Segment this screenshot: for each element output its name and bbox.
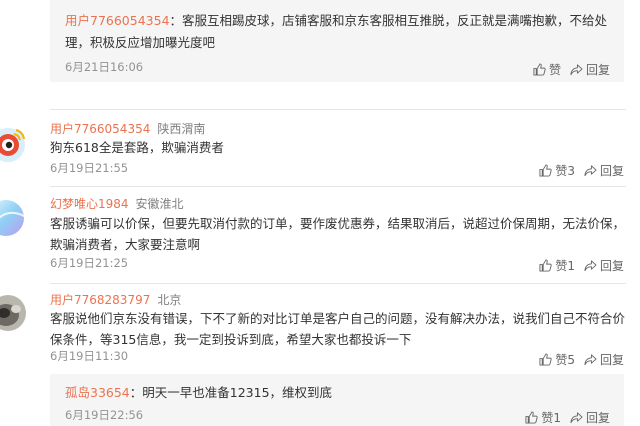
comment-username[interactable]: 用户7766054354 bbox=[50, 122, 150, 136]
like-count: 赞3 bbox=[555, 164, 575, 178]
reply-button[interactable]: 回复 bbox=[570, 61, 610, 78]
like-label: 赞 bbox=[548, 63, 561, 77]
share-reply-icon bbox=[570, 412, 583, 424]
comment-timestamp: 6月19日21:55 bbox=[50, 161, 129, 175]
reply-block: 孤岛33654：明天一早也准备12315，维权到底 6月19日22:56 赞1 … bbox=[50, 374, 624, 426]
divider bbox=[50, 186, 626, 187]
reply-label: 回复 bbox=[599, 164, 624, 178]
reply-button[interactable]: 回复 bbox=[584, 351, 624, 368]
divider bbox=[50, 109, 626, 110]
like-button[interactable]: 赞1 bbox=[525, 409, 561, 426]
share-reply-icon bbox=[584, 165, 597, 177]
reply-label: 回复 bbox=[599, 353, 624, 367]
divider bbox=[50, 283, 626, 284]
reply-timestamp: 6月21日16:06 bbox=[65, 60, 144, 74]
reply-content: ：明天一早也准备12315，维权到底 bbox=[129, 385, 333, 400]
comment-location: 北京 bbox=[157, 293, 182, 307]
share-reply-icon bbox=[584, 354, 597, 366]
reply-button[interactable]: 回复 bbox=[584, 257, 624, 274]
comment-item: 用户7768283797 北京 客服说他们京东没有错误，下不了新的对比订单是客户自… bbox=[0, 290, 640, 374]
reply-label: 回复 bbox=[585, 63, 610, 77]
reply-label: 回复 bbox=[599, 259, 624, 273]
comment-text: 客服说他们京东没有错误，下不了新的对比订单是客户自己的问题，没有解决办法，说我们… bbox=[50, 311, 626, 347]
reply-text: 用户7766054354：客服互相踢皮球，店铺客服和京东客服相互推脱，反正就是满… bbox=[65, 10, 610, 54]
reply-text: 孤岛33654：明天一早也准备12315，维权到底 bbox=[65, 382, 610, 404]
like-button[interactable]: 赞5 bbox=[539, 351, 575, 368]
avatar[interactable] bbox=[0, 199, 26, 237]
comment-item: 幻梦唯心1984 安徽淮北 客服诱骗可以价保，但要先取消付款的订单，要作废优惠券，… bbox=[0, 193, 640, 283]
reply-actions: 赞1 回复 bbox=[525, 409, 610, 426]
reply-username[interactable]: 用户7766054354 bbox=[65, 13, 170, 28]
comment-location: 安徽淮北 bbox=[135, 197, 184, 211]
comment-actions: 赞1 回复 bbox=[539, 257, 624, 274]
comment-location: 陕西渭南 bbox=[157, 122, 206, 136]
comment-item: 用户7766054354 陕西渭南 狗东618全是套路，欺骗消费者 6月19日21… bbox=[0, 118, 640, 186]
reply-label: 回复 bbox=[585, 411, 610, 425]
like-count: 赞1 bbox=[541, 411, 561, 425]
comment-timestamp: 6月19日21:25 bbox=[50, 256, 129, 270]
comment-text: 狗东618全是套路，欺骗消费者 bbox=[50, 140, 224, 155]
avatar[interactable] bbox=[0, 126, 26, 164]
like-button[interactable]: 赞 bbox=[533, 61, 561, 78]
like-count: 赞5 bbox=[555, 353, 575, 367]
reply-button[interactable]: 回复 bbox=[570, 409, 610, 426]
reply-button[interactable]: 回复 bbox=[584, 162, 624, 179]
like-button[interactable]: 赞1 bbox=[539, 257, 575, 274]
comment-actions: 赞3 回复 bbox=[539, 162, 624, 179]
thumbs-up-icon bbox=[539, 164, 553, 177]
like-button[interactable]: 赞3 bbox=[539, 162, 575, 179]
reply-block: 用户7766054354：客服互相踢皮球，店铺客服和京东客服相互推脱，反正就是满… bbox=[50, 0, 624, 82]
avatar[interactable] bbox=[0, 294, 26, 332]
like-count: 赞1 bbox=[555, 259, 575, 273]
comment-username[interactable]: 用户7768283797 bbox=[50, 293, 150, 307]
thumbs-up-icon bbox=[533, 63, 546, 76]
reply-timestamp: 6月19日22:56 bbox=[65, 408, 144, 422]
reply-actions: 赞 回复 bbox=[533, 61, 610, 78]
thumbs-up-icon bbox=[539, 259, 553, 272]
share-reply-icon bbox=[584, 260, 597, 272]
thumbs-up-icon bbox=[525, 411, 539, 424]
reply-username[interactable]: 孤岛33654 bbox=[65, 385, 130, 400]
comment-text: 客服诱骗可以价保，但要先取消付款的订单，要作废优惠券，结果取消后，说超过价保周期… bbox=[50, 216, 626, 252]
thumbs-up-icon bbox=[539, 353, 553, 366]
comment-username[interactable]: 幻梦唯心1984 bbox=[50, 197, 129, 211]
comment-timestamp: 6月19日11:30 bbox=[50, 349, 129, 363]
comment-actions: 赞5 回复 bbox=[539, 351, 624, 368]
share-reply-icon bbox=[570, 64, 583, 76]
